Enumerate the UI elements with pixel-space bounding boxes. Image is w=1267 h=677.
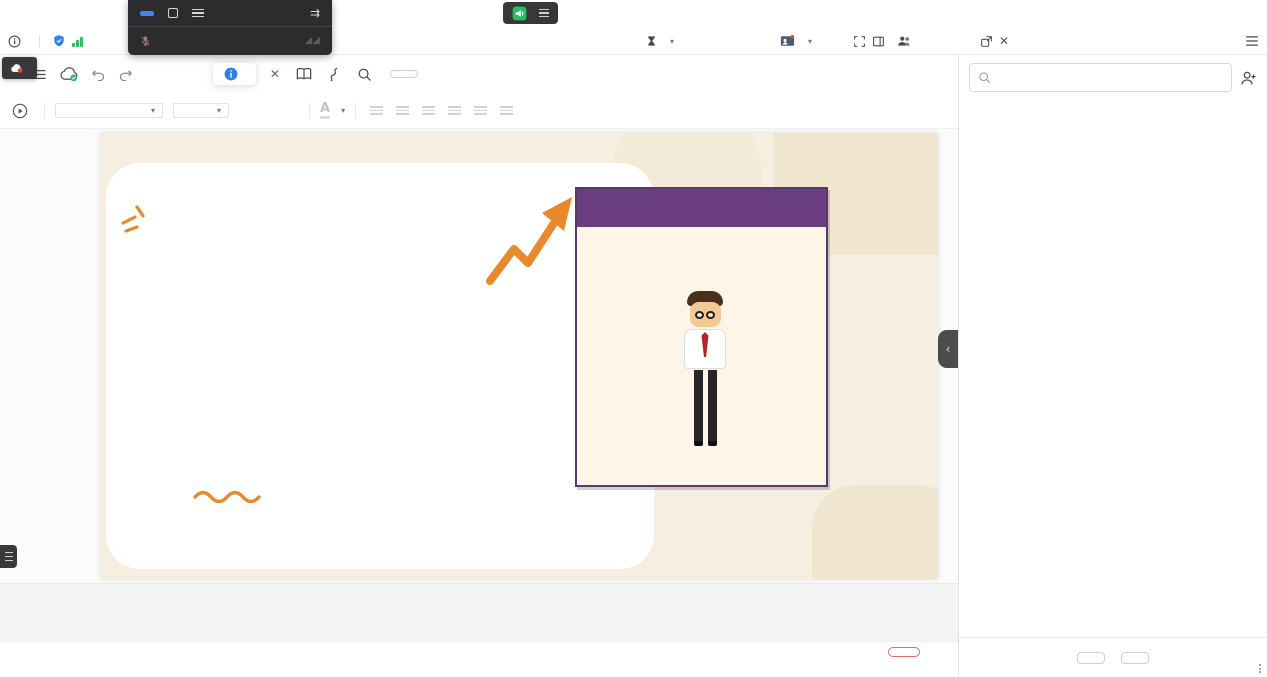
ppt-format-row: ▾ ▾ A▾ xyxy=(0,93,958,129)
share-button[interactable] xyxy=(390,70,418,78)
meeting-bottom-toolbar xyxy=(0,641,958,677)
cartoon-shirt xyxy=(684,329,726,369)
paragraph-tools xyxy=(370,106,513,115)
sparkle-icon xyxy=(120,199,146,233)
card-title xyxy=(577,189,826,227)
unmute-button[interactable] xyxy=(1121,652,1149,664)
notice-close-icon[interactable]: ✕ xyxy=(270,67,280,81)
play-slideshow-button[interactable] xyxy=(12,103,34,119)
slide-filmstrip xyxy=(0,583,958,641)
play-icon xyxy=(12,103,28,119)
wavy-underline xyxy=(192,487,264,503)
font-size-select[interactable]: ▾ xyxy=(173,103,229,118)
ppt-ribbon-row: ✕ ✕ xyxy=(0,55,958,93)
skip-arrow-icon[interactable]: ⇉ xyxy=(310,6,320,20)
leave-meeting-button[interactable] xyxy=(888,647,920,657)
member-list xyxy=(959,98,1267,637)
align-center-icon[interactable] xyxy=(448,106,461,115)
cartoon-tie xyxy=(702,332,709,357)
font-family-select[interactable]: ▾ xyxy=(55,103,163,118)
watermark: ◢◢ xyxy=(305,35,320,46)
deco-blob xyxy=(812,485,938,579)
members-panel-footer xyxy=(959,637,1267,677)
meeting-app: ▾ ▾ ✕ ⇉ ◢◢ xyxy=(0,0,1267,677)
search-icon xyxy=(978,71,991,84)
popout-panel-icon[interactable] xyxy=(980,35,993,48)
member-search-input[interactable] xyxy=(997,71,1223,85)
cartoon-legs xyxy=(675,370,735,446)
notice-info-icon xyxy=(224,67,238,81)
align-left-icon[interactable] xyxy=(422,106,435,115)
search-icon[interactable] xyxy=(357,67,372,82)
close-panel-icon[interactable]: ✕ xyxy=(999,34,1009,48)
archive-purpose-card xyxy=(575,187,828,487)
fullscreen-icon[interactable] xyxy=(853,35,866,48)
speaking-mic-icon xyxy=(140,35,151,47)
bullet-list-icon[interactable] xyxy=(370,106,383,115)
security-shield-icon[interactable] xyxy=(52,34,66,48)
left-edge-menu-tab[interactable] xyxy=(0,545,17,568)
sidebar-layout-icon[interactable] xyxy=(872,35,885,48)
minimize-bar-icon[interactable] xyxy=(140,11,154,16)
reader-book-icon[interactable] xyxy=(296,67,312,81)
ime-indicator xyxy=(1257,664,1261,673)
members-panel xyxy=(958,55,1267,677)
watch-banner xyxy=(503,2,558,24)
speaker-icon xyxy=(512,6,527,21)
meeting-timer[interactable]: ▾ xyxy=(646,28,674,54)
growth-arrow-graphic xyxy=(482,189,578,293)
current-slide xyxy=(100,133,938,579)
view-mode-selector[interactable]: ▾ xyxy=(780,28,812,54)
font-color-button[interactable]: A xyxy=(320,102,330,119)
list-view-icon[interactable] xyxy=(192,9,204,18)
slide-canvas xyxy=(0,129,958,583)
divider xyxy=(39,35,40,48)
pen-tool-icon[interactable] xyxy=(328,67,341,82)
redo-icon[interactable] xyxy=(118,68,133,81)
speaker-view-icon xyxy=(780,35,795,47)
info-icon[interactable] xyxy=(8,35,21,48)
recording-badge xyxy=(2,57,37,79)
members-icon xyxy=(897,35,911,47)
shared-presentation: ✕ ✕ ▾ ▾ xyxy=(0,55,958,677)
add-member-icon[interactable] xyxy=(1240,70,1257,86)
undo-icon[interactable] xyxy=(91,68,106,81)
floating-meeting-toolbar: ⇉ ◢◢ xyxy=(128,0,332,55)
cloud-sync-icon[interactable] xyxy=(59,67,79,82)
member-search-box[interactable] xyxy=(969,63,1232,92)
cartoon-man-illustration xyxy=(675,291,735,479)
meeting-limit-notice xyxy=(213,63,256,85)
banner-menu-icon[interactable] xyxy=(539,9,549,18)
cloud-record-icon xyxy=(10,63,24,74)
panel-menu-icon[interactable] xyxy=(1245,28,1259,54)
network-signal-icon[interactable] xyxy=(72,36,83,47)
number-list-icon[interactable] xyxy=(396,106,409,115)
line-spacing-icon[interactable] xyxy=(474,106,487,115)
indent-icon[interactable] xyxy=(500,106,513,115)
change-nickname-button[interactable] xyxy=(1077,652,1105,664)
members-tab[interactable] xyxy=(897,28,917,54)
restore-icon[interactable] xyxy=(168,8,178,18)
cartoon-face xyxy=(690,302,721,327)
hourglass-icon xyxy=(646,35,657,47)
panel-collapse-handle[interactable]: ‹ xyxy=(938,330,958,368)
